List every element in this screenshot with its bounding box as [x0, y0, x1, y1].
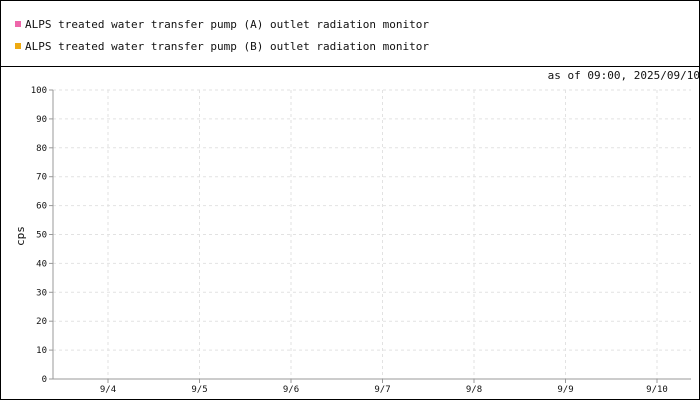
plot-area: 0 10 20 30 40 50 60 70 80 90 100 9/4 9/5 9/6 9/7 9/8 9/9… — [31, 86, 691, 395]
y-tick-label: 30 — [36, 288, 47, 298]
x-tick-label: 9/7 — [374, 385, 390, 395]
y-tick-label: 40 — [36, 259, 47, 269]
x-tick-label: 9/9 — [557, 385, 573, 395]
y-tick-label: 60 — [36, 202, 47, 212]
x-tick-label: 9/6 — [283, 385, 299, 395]
y-tick-label: 100 — [31, 86, 47, 96]
y-tick-label: 70 — [36, 173, 47, 183]
y-tick-label: 50 — [36, 231, 47, 241]
y-tick-label: 10 — [36, 346, 47, 356]
y-tick-label: 90 — [36, 115, 47, 125]
x-tick-label: 9/8 — [466, 385, 482, 395]
x-tick-label: 9/4 — [100, 385, 116, 395]
y-tick-label: 80 — [36, 144, 47, 154]
x-tick-label: 9/5 — [191, 385, 207, 395]
x-tick-label: 9/10 — [646, 385, 668, 395]
y-tick-label: 0 — [42, 375, 47, 385]
y-tick-label: 20 — [36, 317, 47, 327]
